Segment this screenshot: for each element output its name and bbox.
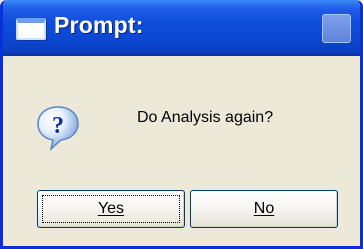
message-text: Do Analysis again?	[137, 109, 274, 126]
window-icon	[16, 18, 46, 40]
no-button[interactable]: No	[190, 190, 338, 228]
question-icon: ?	[37, 106, 79, 152]
close-button[interactable]	[322, 14, 351, 43]
title-bar[interactable]: Prompt:	[3, 0, 360, 56]
dialog-title: Prompt:	[54, 12, 144, 38]
dialog-body: ? Do Analysis again? Yes No	[3, 56, 360, 246]
yes-button[interactable]: Yes	[37, 190, 185, 228]
no-button-label: No	[253, 200, 275, 217]
svg-text:?: ?	[52, 113, 64, 139]
yes-button-label: Yes	[97, 200, 125, 217]
prompt-dialog: Prompt: ? Do Analysis again? Yes No	[0, 0, 363, 249]
